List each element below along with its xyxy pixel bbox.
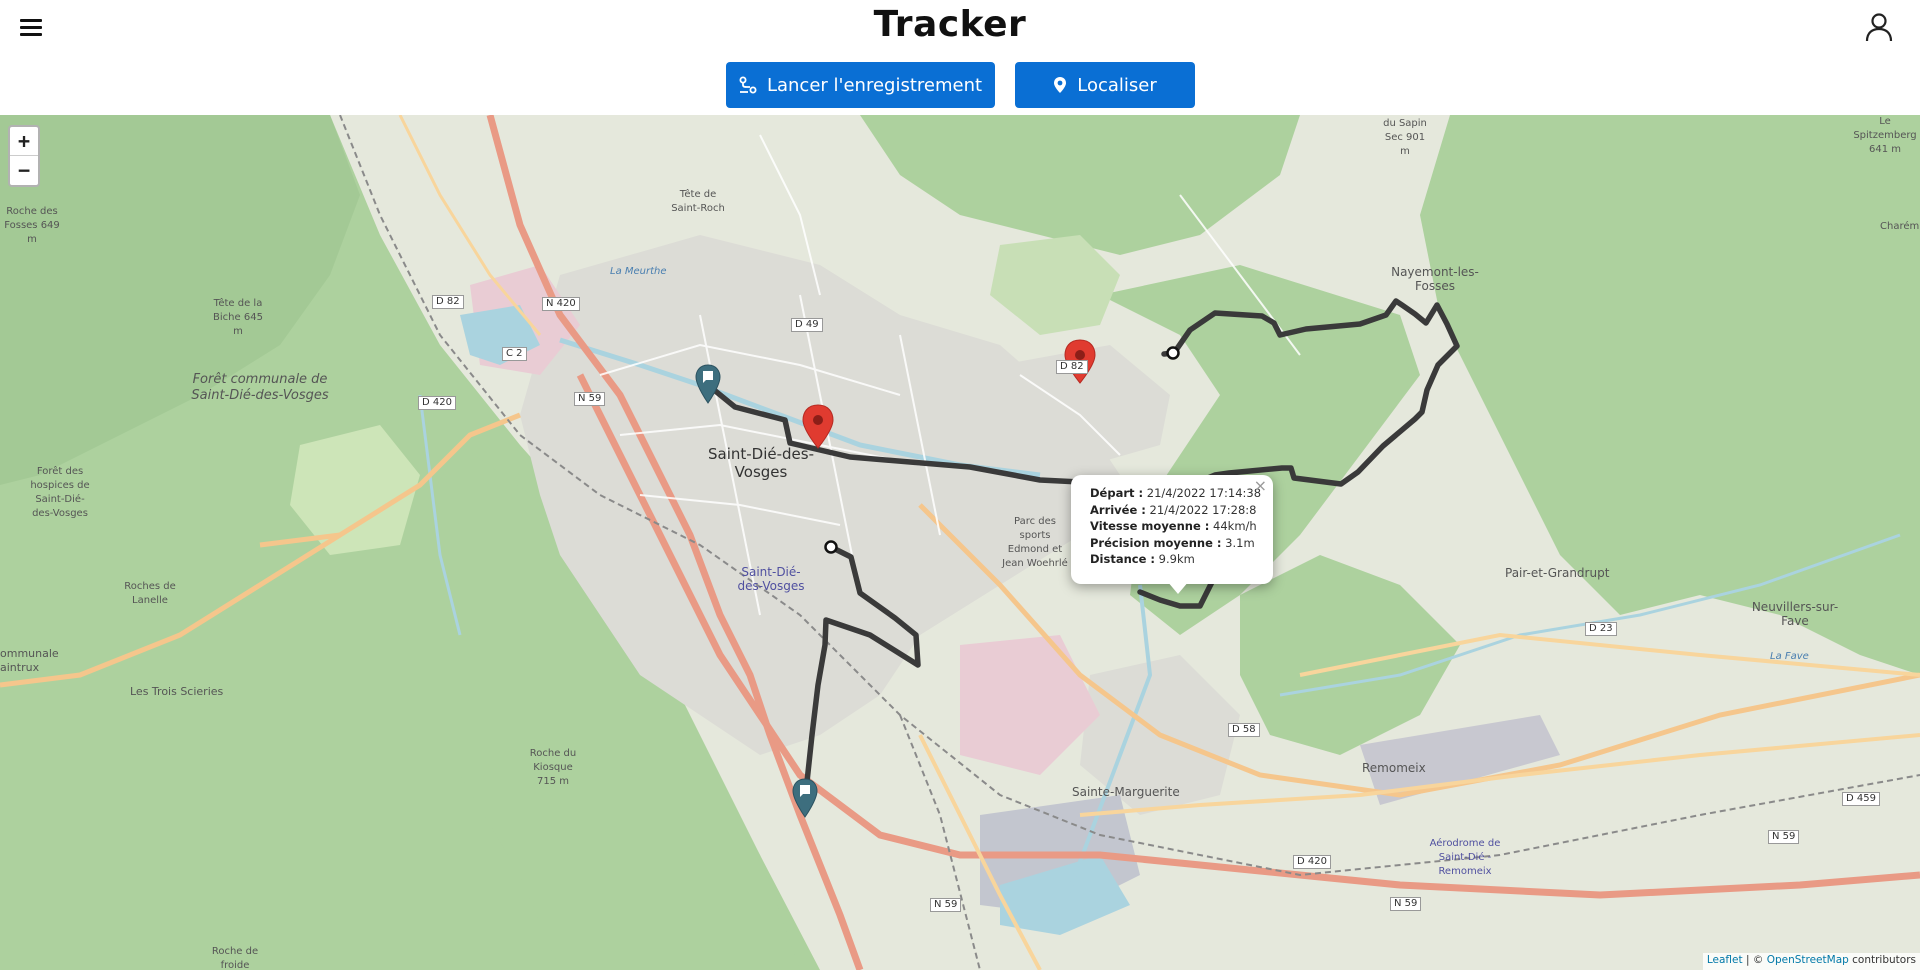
popup-content: × Départ : 21/4/2022 17:14:38 Arrivée : … [1071, 475, 1273, 584]
popup-value: 21/4/2022 17:14:38 [1146, 486, 1262, 500]
zoom-in-button[interactable]: + [10, 127, 38, 156]
map-view[interactable]: Saint-Dié-des-Vosges Saint-Dié-des-Vosge… [0, 115, 1920, 970]
locate-button[interactable]: Localiser [1015, 62, 1195, 108]
popup-row-speed: Vitesse moyenne : 44km/h [1090, 518, 1263, 535]
popup-value: 44km/h [1213, 519, 1257, 534]
popup-row-distance: Distance : 9.9km [1090, 551, 1263, 568]
popup-row-departure: Départ : 21/4/2022 17:14:38 [1090, 485, 1263, 502]
popup-label: Départ : [1090, 486, 1144, 500]
popup-value: 3.1m [1225, 535, 1255, 550]
osm-link[interactable]: OpenStreetMap [1767, 954, 1849, 966]
start-recording-label: Lancer l'enregistrement [766, 74, 983, 96]
zoom-out-button[interactable]: − [10, 156, 38, 185]
track-info-popup: × Départ : 21/4/2022 17:14:38 Arrivée : … [1071, 475, 1273, 699]
popup-row-accuracy: Précision moyenne : 3.1m [1090, 535, 1263, 552]
user-icon[interactable] [1864, 12, 1894, 42]
popup-label: Vitesse moyenne : [1090, 519, 1210, 534]
app-header: Tracker Lancer l'enregistrement Localise… [0, 0, 1920, 115]
leaflet-link[interactable]: Leaflet [1707, 954, 1743, 966]
popup-value: 21/4/2022 17:28:8 [1149, 502, 1257, 517]
start-recording-button[interactable]: Lancer l'enregistrement [726, 62, 995, 108]
popup-label: Précision moyenne : [1090, 535, 1222, 550]
popup-label: Distance : [1090, 552, 1155, 567]
popup-tip [1167, 581, 1189, 594]
map-pin-icon [1053, 76, 1067, 94]
attribution-suffix: contributors [1848, 954, 1916, 966]
route-icon [739, 76, 757, 94]
popup-label: Arrivée : [1090, 502, 1146, 517]
close-icon[interactable]: × [1254, 476, 1267, 495]
popup-value: 9.9km [1158, 552, 1195, 567]
zoom-control: + − [8, 125, 40, 187]
locate-label: Localiser [1077, 74, 1157, 96]
attribution-separator: | © [1742, 954, 1767, 966]
map-tiles [0, 115, 1920, 970]
popup-row-arrival: Arrivée : 21/4/2022 17:28:8 [1090, 502, 1263, 519]
page-title: Tracker [873, 4, 1027, 45]
map-attribution: Leaflet | © OpenStreetMap contributors [1702, 953, 1920, 970]
